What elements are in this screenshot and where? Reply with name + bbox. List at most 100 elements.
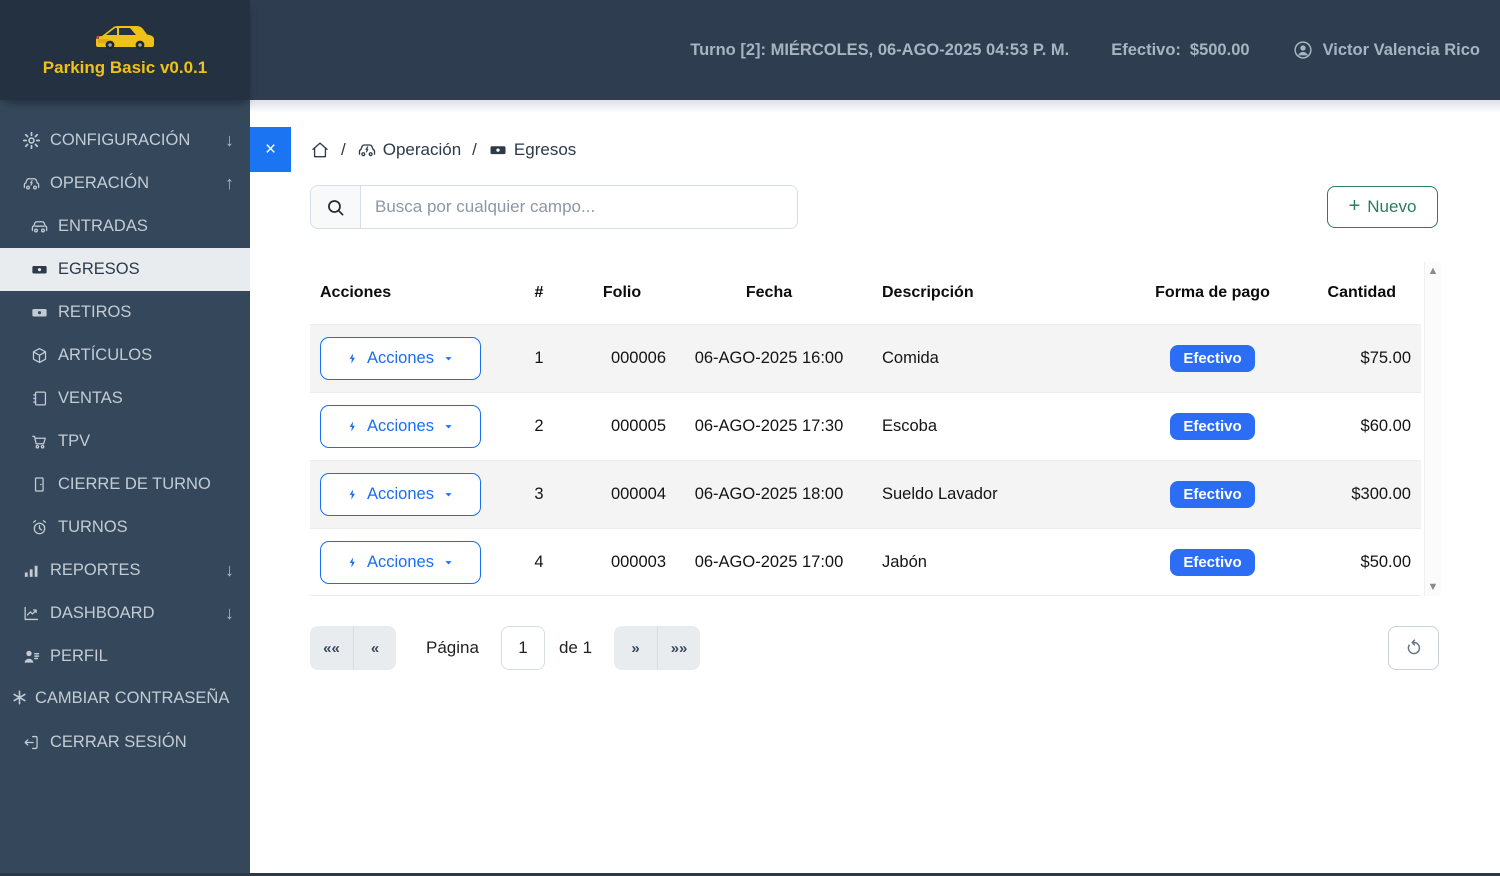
breadcrumb-egresos[interactable]: Egresos	[488, 140, 576, 160]
banknote-icon	[32, 265, 47, 274]
shift-info: Turno [2]: MIÉRCOLES, 06-AGO-2025 04:53 …	[690, 40, 1070, 59]
scroll-up-icon[interactable]: ▲	[1428, 265, 1439, 277]
table-scrollbar[interactable]: ▲ ▼	[1424, 262, 1441, 596]
sidebar-toggle-button[interactable]: ×	[250, 127, 291, 172]
page-count-label: de 1	[558, 638, 593, 657]
column-header-fecha: Fecha	[745, 284, 793, 301]
search-prefix	[311, 186, 361, 228]
next-page-button[interactable]: »	[614, 626, 658, 670]
sidebar-item-cambiar-contrasena[interactable]: CAMBIAR CONTRASEÑA	[0, 678, 250, 721]
sidebar-item-configuracion[interactable]: CONFIGURACIÓN ↓	[0, 119, 250, 162]
sidebar: Parking Basic v0.0.1 CONFIGURACIÓN ↓ OPE…	[0, 0, 250, 876]
cell-descripcion: Jabón	[882, 552, 927, 571]
banknote-icon	[32, 308, 47, 317]
car-logo-icon	[96, 25, 154, 49]
column-header-forma-de-pago: Forma de pago	[1155, 284, 1270, 301]
chevron-down-icon: ↓	[225, 560, 234, 580]
table-row: Acciones 4 000003 06-AGO-2025 17:00 Jabó…	[310, 528, 1421, 596]
cell-cantidad: $75.00	[1360, 349, 1411, 367]
search-input[interactable]	[361, 186, 797, 228]
line-chart-icon	[24, 606, 39, 621]
breadcrumb-operacion[interactable]: Operación	[357, 140, 461, 160]
sidebar-item-cierre-de-turno[interactable]: CIERRE DE TURNO	[0, 463, 250, 506]
cell-descripcion: Escoba	[882, 417, 938, 435]
sidebar-item-turnos[interactable]: TURNOS	[0, 506, 250, 549]
caret-down-icon	[445, 560, 452, 565]
cell-num: 3	[534, 485, 544, 503]
cash-value: $500.00	[1189, 40, 1250, 59]
sidebar-item-retiros[interactable]: RETIROS	[0, 291, 250, 334]
app-logo: Parking Basic v0.0.1	[0, 0, 250, 100]
sidebar-item-reportes[interactable]: REPORTES ↓	[0, 549, 250, 592]
column-header-descripcion: Descripción	[882, 284, 974, 301]
cell-fecha: 06-AGO-2025 17:00	[694, 552, 844, 571]
caret-down-icon	[445, 493, 452, 497]
breadcrumb-home[interactable]	[310, 140, 330, 160]
column-header-num: #	[534, 284, 544, 301]
sidebar-menu: CONFIGURACIÓN ↓ OPERACIÓN ↑ ENTRADAS EGR…	[0, 100, 250, 764]
new-button[interactable]: + Nuevo	[1327, 186, 1438, 228]
row-actions-dropdown[interactable]: Acciones	[320, 337, 481, 380]
logout-icon	[24, 735, 38, 750]
row-actions-dropdown[interactable]: Acciones	[320, 540, 481, 584]
payment-badge: Efectivo	[1170, 413, 1255, 440]
column-header-acciones: Acciones	[320, 284, 392, 301]
page-number-input[interactable]	[500, 626, 545, 670]
cell-fecha: 06-AGO-2025 17:30	[694, 417, 844, 435]
sidebar-item-articulos[interactable]: ARTÍCULOS	[0, 334, 250, 377]
person-icon	[24, 650, 40, 663]
sidebar-item-tpv[interactable]: TPV	[0, 420, 250, 463]
banknote-icon	[490, 145, 506, 154]
user-menu[interactable]: Victor Valencia Rico	[1292, 39, 1480, 61]
sidebar-item-perfil[interactable]: PERFIL	[0, 635, 250, 678]
sidebar-item-egresos[interactable]: EGRESOS	[0, 248, 250, 291]
cell-folio: 000005	[610, 417, 666, 435]
cell-folio: 000006	[610, 349, 666, 367]
breadcrumb: / Operación / Egresos	[310, 127, 576, 172]
refresh-icon	[1407, 639, 1420, 655]
last-page-button[interactable]: »»	[657, 626, 701, 670]
table-header: Acciones # Folio Fecha Descripción Forma…	[310, 262, 1421, 324]
sidebar-item-dashboard[interactable]: DASHBOARD ↓	[0, 592, 250, 635]
sidebar-item-cerrar-sesion[interactable]: CERRAR SESIÓN	[0, 721, 250, 764]
cell-folio: 000004	[610, 485, 666, 503]
search-group	[310, 185, 798, 229]
table-row: Acciones 3 000004 06-AGO-2025 18:00 Suel…	[310, 460, 1421, 528]
row-actions-dropdown[interactable]: Acciones	[320, 473, 481, 516]
payment-badge: Efectivo	[1170, 548, 1255, 576]
caret-down-icon	[445, 425, 452, 429]
row-actions-dropdown[interactable]: Acciones	[320, 405, 481, 448]
first-page-button[interactable]: ««	[310, 626, 353, 670]
car-icon	[31, 221, 48, 233]
lightning-icon	[349, 489, 356, 500]
home-icon	[312, 142, 328, 157]
cube-icon	[32, 347, 47, 364]
refresh-button[interactable]	[1388, 626, 1439, 670]
pagination-next-group: » »»	[614, 626, 701, 670]
topbar: Turno [2]: MIÉRCOLES, 06-AGO-2025 04:53 …	[250, 0, 1500, 100]
sidebar-item-ventas[interactable]: VENTAS	[0, 377, 250, 420]
prev-page-button[interactable]: «	[353, 626, 396, 670]
gear-icon	[22, 131, 41, 150]
cell-cantidad: $60.00	[1360, 417, 1411, 435]
chevron-up-icon: ↑	[225, 173, 234, 193]
cash-label: Efectivo:	[1111, 40, 1181, 59]
lightning-icon	[349, 421, 356, 432]
close-icon: ×	[264, 138, 277, 160]
chevron-down-icon: ↓	[225, 130, 234, 150]
plus-icon: +	[1348, 194, 1361, 217]
scroll-down-icon[interactable]: ▼	[1428, 581, 1439, 593]
breadcrumb-separator: /	[472, 139, 477, 159]
cell-descripcion: Comida	[882, 349, 939, 367]
search-icon	[328, 199, 344, 215]
payment-badge: Efectivo	[1170, 481, 1255, 508]
cell-fecha: 06-AGO-2025 18:00	[694, 485, 844, 503]
cell-cantidad: $50.00	[1360, 552, 1411, 571]
table-row: Acciones 1 000006 06-AGO-2025 16:00 Comi…	[310, 324, 1421, 392]
payment-badge: Efectivo	[1170, 345, 1255, 372]
car-bolt-icon	[23, 178, 40, 190]
sidebar-item-operacion[interactable]: OPERACIÓN ↑	[0, 162, 250, 205]
main-content: × / Operación / Egresos + Nuevo Acciones…	[250, 100, 1500, 876]
pagination: «« « Página de 1 » »»	[310, 626, 701, 670]
sidebar-item-entradas[interactable]: ENTRADAS	[0, 205, 250, 248]
